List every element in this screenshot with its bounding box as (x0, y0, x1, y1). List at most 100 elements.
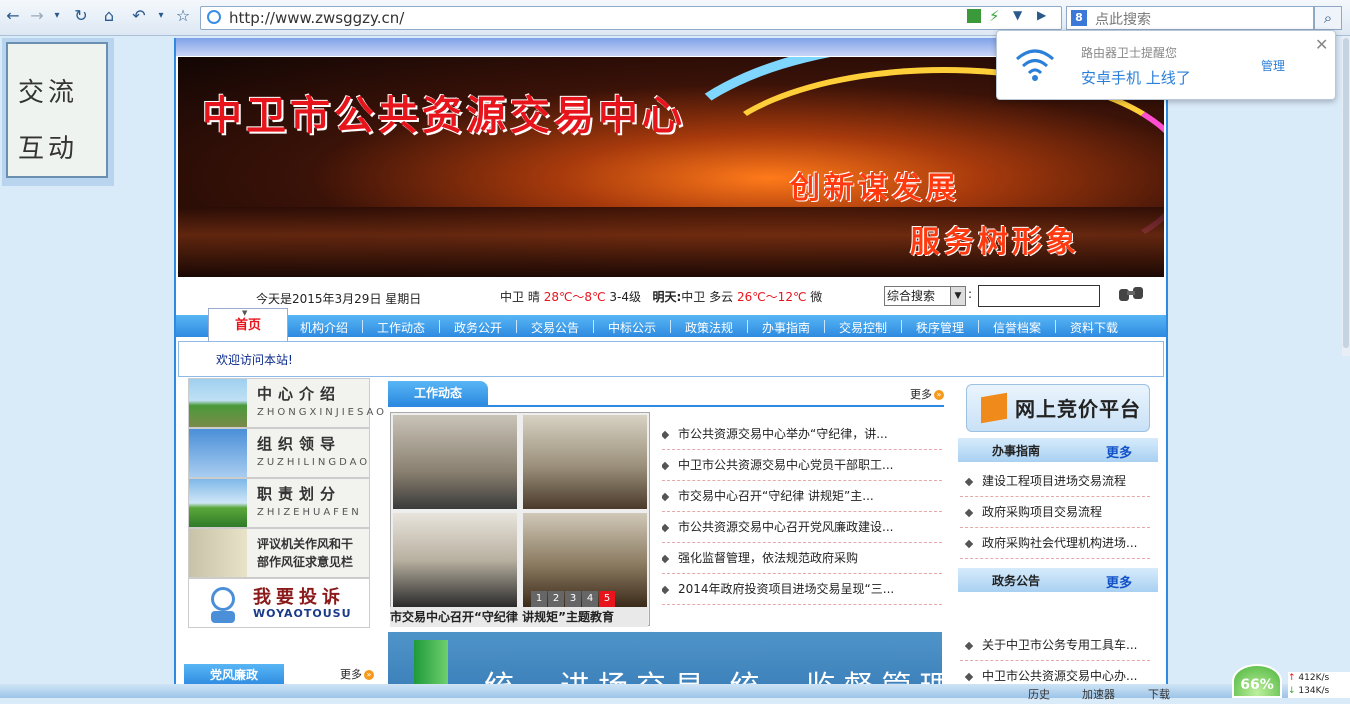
bullet-icon (662, 554, 670, 563)
landscape-thumbnail (189, 379, 247, 427)
nav-divider (901, 320, 902, 333)
government-notice-more-link[interactable]: 更多 (1106, 572, 1132, 591)
download-status-button[interactable]: 下载 (1148, 686, 1170, 702)
nav-home-tab[interactable]: 首页 (208, 308, 288, 341)
bullet-icon (964, 539, 974, 548)
complaint-title: 我要投诉 (253, 587, 345, 608)
government-notice-header: 政务公告 更多 (958, 568, 1158, 592)
work-news-tab[interactable]: 工作动态 (388, 381, 488, 405)
leadership-link[interactable]: 组织领导 ZUZHILINGDAO (188, 428, 370, 478)
complaint-link[interactable]: 我要投诉 WOYAOTOUSU (188, 578, 370, 628)
undo-dropdown-icon[interactable]: ▾ (150, 5, 172, 27)
lightning-icon[interactable]: ⚡ (989, 7, 1000, 25)
responsibilities-link[interactable]: 职责划分 ZHIZEHUAFEN (188, 478, 370, 528)
news-item[interactable]: 市公共资源交易中心举办“守纪律，讲... (662, 419, 942, 450)
interaction-float-widget[interactable]: 交流 互动 (2, 38, 114, 186)
news-item[interactable]: 市公共资源交易中心召开党风廉政建设... (662, 512, 942, 543)
nav-item-service-guide[interactable]: 办事指南 (762, 319, 810, 336)
performance-gauge[interactable]: 66% (1232, 664, 1282, 698)
nav-item-bid-result[interactable]: 中标公示 (608, 319, 656, 336)
weather-tomorrow-label: 明天: (652, 290, 682, 304)
slideshow-page-2[interactable]: 2 (548, 591, 564, 607)
nav-item-government-affairs[interactable]: 政务公开 (454, 319, 502, 336)
upload-speed: ↑ 412K/s (1288, 672, 1350, 685)
news-item[interactable]: 强化监督管理，依法规范政府采购 (662, 543, 942, 574)
site-title: 中卫市公共资源交易中心 (202, 92, 686, 139)
weather-today-temp: 28℃～8℃ (543, 290, 606, 304)
nav-item-institution[interactable]: 机构介绍 (300, 319, 348, 336)
nav-item-trade-notice[interactable]: 交易公告 (531, 319, 579, 336)
service-guide-item[interactable]: 政府采购项目交易流程 (960, 497, 1150, 528)
search-icon[interactable]: ⌕ (1314, 6, 1342, 30)
upload-speed-value: 412K/s (1298, 673, 1330, 683)
nav-item-order-management[interactable]: 秩序管理 (916, 319, 964, 336)
refresh-icon[interactable]: ↻ (70, 5, 92, 27)
browser-search-box[interactable]: 8 点此搜索 (1066, 6, 1314, 30)
history-dropdown-icon[interactable]: ▾ (46, 5, 68, 27)
slideshow-page-5[interactable]: 5 (599, 591, 615, 607)
chevron-down-icon[interactable]: ▼ (950, 287, 965, 305)
banner-slogan-2: 服务树形象 (910, 225, 1080, 260)
search-type-select[interactable]: 综合搜索 ▼ (884, 286, 966, 306)
current-date: 今天是2015年3月29日 星期日 (256, 292, 422, 306)
favorite-star-icon[interactable]: ☆ (172, 5, 194, 27)
nav-divider (439, 320, 440, 333)
slideshow-page-1[interactable]: 1 (531, 591, 547, 607)
service-guide-more-link[interactable]: 更多 (1106, 442, 1132, 461)
slideshow-page-4[interactable]: 4 (582, 591, 598, 607)
nav-divider (593, 320, 594, 333)
back-icon[interactable]: ← (2, 5, 24, 27)
service-guide-item[interactable]: 政府采购社会代理机构进场... (960, 528, 1150, 559)
government-notice-title: 政务公告 (992, 574, 1041, 588)
scrollbar-thumb[interactable] (1343, 38, 1349, 348)
news-item[interactable]: 2014年政府投资项目进场交易呈现“三... (662, 574, 942, 605)
news-item[interactable]: 中卫市公共资源交易中心党员干部职工... (662, 450, 942, 481)
complaint-subtitle: WOYAOTOUSU (253, 607, 352, 620)
nav-item-trade-control[interactable]: 交易控制 (839, 319, 887, 336)
meeting-photo-2 (523, 415, 647, 509)
center-intro-link[interactable]: 中心介绍 ZHONGXINJIESAO (188, 378, 384, 428)
bullet-icon (964, 672, 974, 681)
nav-item-policies[interactable]: 政策法规 (685, 319, 733, 336)
nav-item-credit-records[interactable]: 信誉档案 (993, 319, 1041, 336)
go-icon[interactable]: ▶ (1037, 8, 1046, 22)
weather-today-sky: 晴 (527, 290, 540, 304)
forward-icon[interactable]: → (26, 5, 48, 27)
slideshow-caption[interactable]: 市交易中心召开“守纪律 讲规矩”主题教育 (390, 607, 648, 627)
qr-code-icon[interactable] (967, 9, 981, 23)
slideshow-page-3[interactable]: 3 (565, 591, 581, 607)
weather-today-city: 中卫 (500, 290, 525, 304)
bullet-icon (662, 430, 670, 439)
undo-icon[interactable]: ↶ (128, 5, 150, 27)
nav-item-downloads[interactable]: 资料下载 (1070, 319, 1118, 336)
address-bar[interactable]: http://www.zwsggzy.cn/ ⚡ ▼ ▶ (200, 6, 1062, 30)
service-guide-item-title: 政府采购项目交易流程 (982, 505, 1103, 519)
online-bidding-platform-link[interactable]: 网上竞价平台 (966, 384, 1150, 432)
weather-tomorrow-temp: 26℃～12℃ (736, 290, 807, 304)
news-item[interactable]: 市交易中心召开“守纪律 讲规矩”主... (662, 481, 942, 512)
party-integrity-tab[interactable]: 党风廉政 (184, 664, 284, 686)
work-news-divider (388, 405, 944, 407)
search-engine-icon[interactable]: 8 (1071, 10, 1087, 26)
close-icon[interactable]: ✕ (1315, 35, 1328, 54)
work-news-more-link[interactable]: 更多» (910, 386, 944, 402)
responsibilities-title: 职责划分 (257, 485, 342, 503)
popup-manage-link[interactable]: 管理 (1261, 57, 1285, 74)
feedback-column-title: 评议机关作风和干部作风征求意见栏 (257, 537, 354, 569)
government-notice-item[interactable]: 关于中卫市公务专用工具车... (960, 630, 1150, 661)
router-notification-popup: 路由器卫士提醒您 安卓手机 上线了 管理 ✕ (996, 30, 1336, 100)
history-status-button[interactable]: 历史 (1028, 686, 1050, 702)
service-guide-item-title: 政府采购社会代理机构进场... (982, 536, 1138, 550)
binoculars-search-icon[interactable] (1118, 285, 1144, 303)
party-integrity-more-link[interactable]: 更多» (340, 666, 374, 682)
site-search-input[interactable] (978, 285, 1100, 307)
service-guide-item[interactable]: 建设工程项目进场交易流程 (960, 466, 1150, 497)
search-type-value: 综合搜索 (887, 289, 936, 303)
search-colon: : (968, 287, 973, 301)
feedback-column-link[interactable]: 评议机关作风和干部作风征求意见栏 (188, 528, 370, 578)
nav-divider (824, 320, 825, 333)
home-icon[interactable]: ⌂ (98, 5, 120, 27)
url-dropdown-icon[interactable]: ▼ (1013, 8, 1022, 22)
accelerator-status-button[interactable]: 加速器 (1082, 686, 1115, 702)
nav-item-work-news[interactable]: 工作动态 (377, 319, 425, 336)
